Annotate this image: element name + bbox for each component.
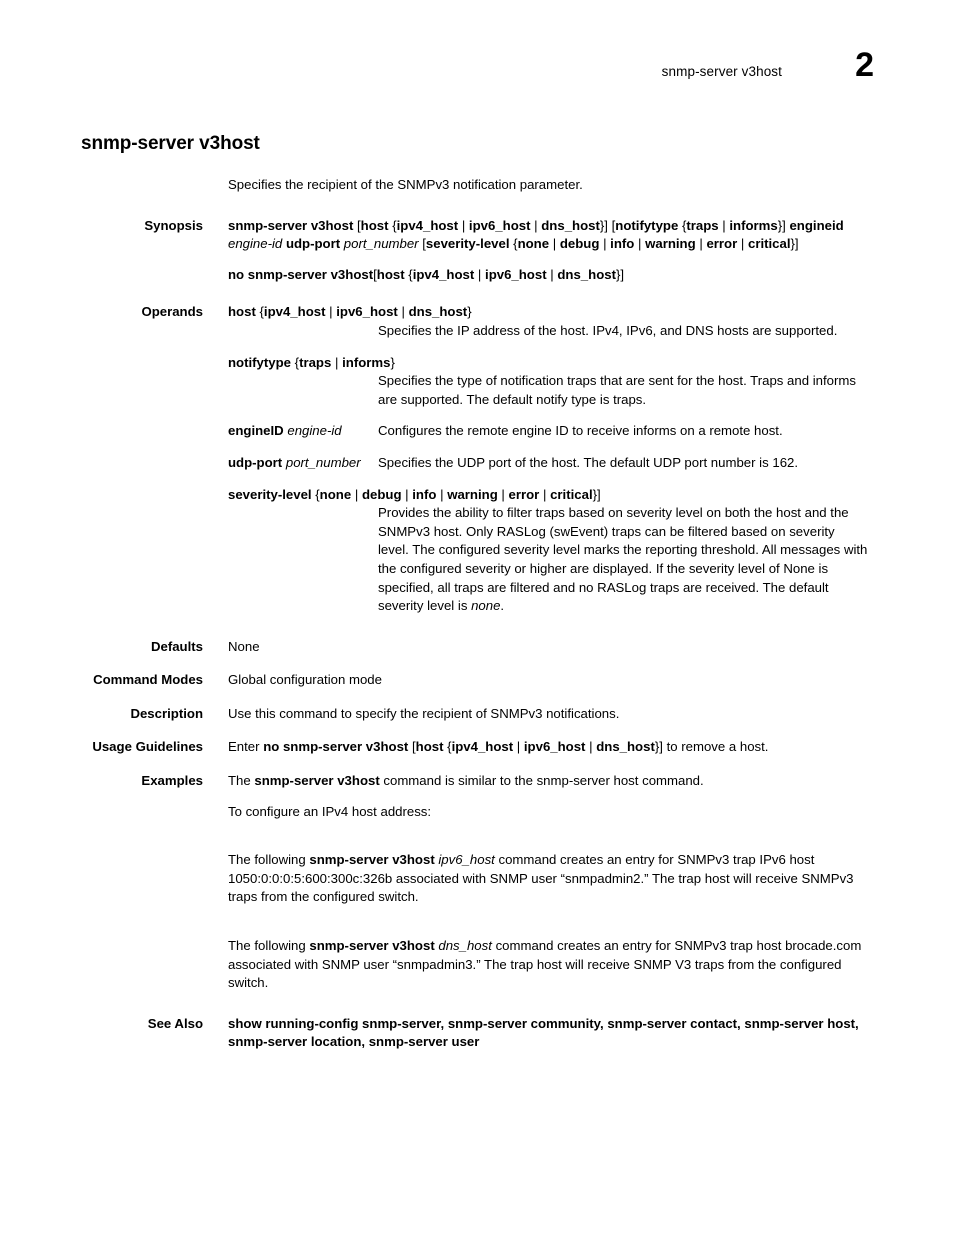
operand-description: Specifies the type of notification traps… [378, 373, 856, 407]
label-operands: Operands [141, 304, 203, 320]
page-number: 2 [855, 46, 874, 84]
label-examples: Examples [141, 773, 203, 789]
command-modes-text: Global configuration mode [228, 672, 382, 688]
section-examples: Examples The snmp-server v3host command … [0, 772, 954, 993]
examples-paragraph-2: To configure an IPv4 host address: [228, 803, 432, 819]
operand-entry: severity-level {none | debug | info | wa… [228, 486, 868, 616]
synopsis-line-2: no snmp-server v3host[host {ipv4_host | … [228, 266, 625, 282]
example-code-slot-1 [228, 821, 868, 851]
running-header: snmp-server v3host 2 [80, 48, 874, 102]
operand-entry: engineID engine-id Configures the remote … [228, 422, 868, 441]
section-command-modes: Command Modes Global configuration mode [0, 671, 954, 690]
section-defaults: Defaults None [0, 638, 954, 657]
section-synopsis: Synopsis snmp-server v3host [host {ipv4_… [0, 217, 954, 285]
operand-entry: notifytype {traps | informs} Specifies th… [228, 354, 868, 410]
example-code-slot-2 [228, 907, 868, 937]
label-command-modes: Command Modes [93, 672, 203, 688]
operand-term: host {ipv4_host | ipv6_host | dns_host} [228, 304, 472, 320]
description-text: Use this command to specify the recipien… [228, 705, 620, 721]
operand-term: severity-level {none | debug | info | wa… [228, 486, 601, 502]
operand-description: Specifies the UDP port of the host. The … [378, 454, 799, 470]
section-description: Description Use this command to specify … [0, 705, 954, 724]
section-operands: Operands host {ipv4_host | ipv6_host | d… [0, 303, 954, 615]
operand-entry: udp-port port_number Specifies the UDP po… [228, 454, 868, 473]
page-title: snmp-server v3host [81, 133, 260, 154]
header-command-name: snmp-server v3host [661, 64, 782, 79]
label-usage-guidelines: Usage Guidelines [92, 739, 203, 755]
operand-term: notifytype {traps | informs} [228, 354, 395, 370]
section-see-also: See Also show running-config snmp-server… [0, 1015, 954, 1052]
section-usage-guidelines: Usage Guidelines Enter no snmp-server v3… [0, 738, 954, 757]
examples-paragraph-4: The following snmp-server v3host dns_hos… [228, 938, 862, 991]
see-also-text: show running-config snmp-server, snmp-se… [228, 1015, 859, 1050]
label-defaults: Defaults [150, 638, 203, 654]
label-synopsis: Synopsis [144, 217, 203, 233]
intro-text: Specifies the recipient of the SNMPv3 no… [228, 177, 583, 192]
operand-description: Configures the remote engine ID to recei… [378, 423, 783, 439]
section-intro: Specifies the recipient of the SNMPv3 no… [0, 176, 954, 195]
operand-description: Specifies the IP address of the host. IP… [378, 322, 838, 338]
label-see-also: See Also [147, 1015, 203, 1031]
operand-term: udp-port port_number [228, 454, 361, 470]
label-description: Description [130, 705, 203, 721]
operand-list: host {ipv4_host | ipv6_host | dns_host} S… [228, 303, 868, 615]
reference-body: Specifies the recipient of the SNMPv3 no… [0, 176, 954, 1052]
defaults-text: None [228, 638, 260, 654]
synopsis-line-1: snmp-server v3host [host {ipv4_host | ip… [228, 217, 844, 252]
operand-description: Provides the ability to filter traps bas… [378, 505, 868, 614]
operand-term: engineID engine-id [228, 423, 342, 439]
document-page: snmp-server v3host 2 snmp-server v3host … [0, 0, 954, 1235]
operand-entry: host {ipv4_host | ipv6_host | dns_host} S… [228, 303, 868, 340]
usage-guidelines-text: Enter no snmp-server v3host [host {ipv4_… [228, 739, 769, 755]
examples-paragraph-1: The snmp-server v3host command is simila… [228, 773, 704, 789]
examples-paragraph-3: The following snmp-server v3host ipv6_ho… [228, 852, 854, 905]
